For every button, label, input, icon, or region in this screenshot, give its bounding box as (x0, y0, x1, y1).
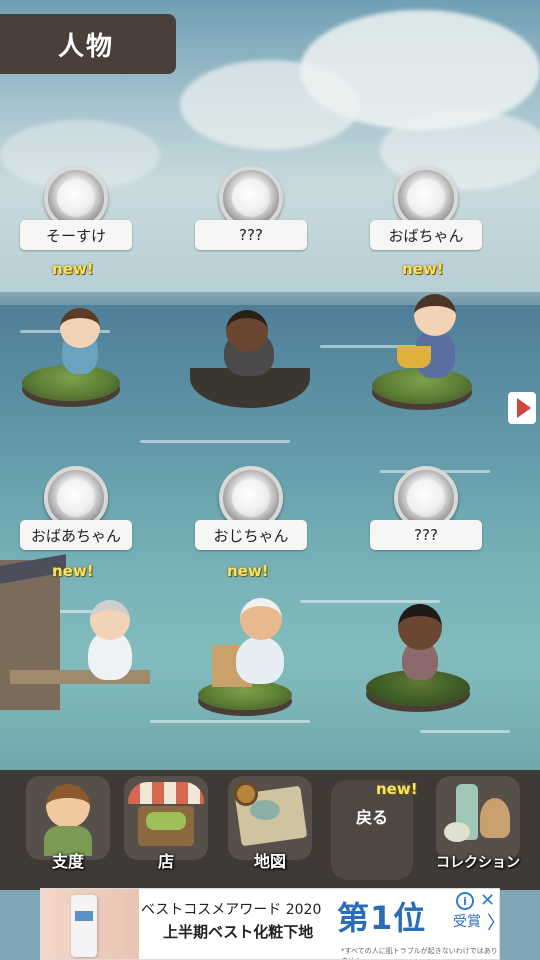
wave (420, 730, 510, 733)
wave (300, 600, 440, 603)
uncle-head (240, 598, 282, 640)
nav-shop[interactable]: 店 (118, 776, 214, 886)
collection-icon (436, 776, 520, 860)
ad-line1: ベストコスメアワード 2020 (141, 902, 322, 918)
ad-banner[interactable]: ベストコスメアワード 2020 上半期ベスト化粧下地 第1位 受賞 〉 *すべて… (40, 888, 500, 960)
ad-headline: 第1位 (337, 899, 427, 937)
nav-collection[interactable]: コレクション (430, 776, 526, 886)
character-name: ??? (370, 520, 482, 550)
grandma-head (90, 600, 130, 640)
new-badge: new! (227, 562, 269, 580)
boy-head (60, 308, 100, 348)
wave (140, 440, 290, 443)
nav-label: 支度 (51, 852, 84, 871)
character-name: そーすけ (20, 220, 132, 250)
wave (150, 720, 310, 723)
nav-label: 店 (157, 852, 174, 871)
ad-product-image (41, 889, 139, 959)
new-badge: new! (376, 780, 418, 798)
character-name: ??? (195, 220, 307, 250)
fisher-head (226, 310, 268, 352)
page-title: 人物 (0, 14, 176, 74)
nav-map[interactable]: 地図 (222, 776, 318, 886)
uncle-figure (236, 636, 284, 684)
ad-line2: 上半期ベスト化粧下地 (163, 923, 314, 941)
ad-award: 受賞 (453, 914, 481, 930)
next-page-arrow-icon[interactable] (508, 392, 536, 424)
info-icon[interactable]: i (456, 892, 474, 910)
new-badge: new! (402, 260, 444, 278)
character-name: おじちゃん (195, 520, 307, 550)
new-badge: new! (52, 562, 94, 580)
aunt-head (414, 294, 456, 336)
new-badge: new! (52, 260, 94, 278)
chevron-right-icon: 〉 (487, 909, 499, 935)
nav-label: コレクション (436, 855, 520, 871)
character-name: おばあちゃん (20, 520, 132, 550)
ad-disclaimer: *すべての人に肌トラブルが起きないわけではありません。 (341, 947, 498, 959)
house (0, 560, 60, 710)
nav-label: 地図 (253, 852, 286, 871)
pier (10, 670, 150, 684)
character-name: おばちゃん (370, 220, 482, 250)
girl-head (398, 604, 442, 650)
pot-icon (397, 346, 431, 368)
bottle-icon (71, 895, 97, 957)
close-icon[interactable]: ✕ (480, 890, 495, 911)
cloud (180, 60, 360, 150)
back-label: 戻る (355, 808, 388, 827)
nav-prepare[interactable]: 支度 (20, 776, 116, 886)
